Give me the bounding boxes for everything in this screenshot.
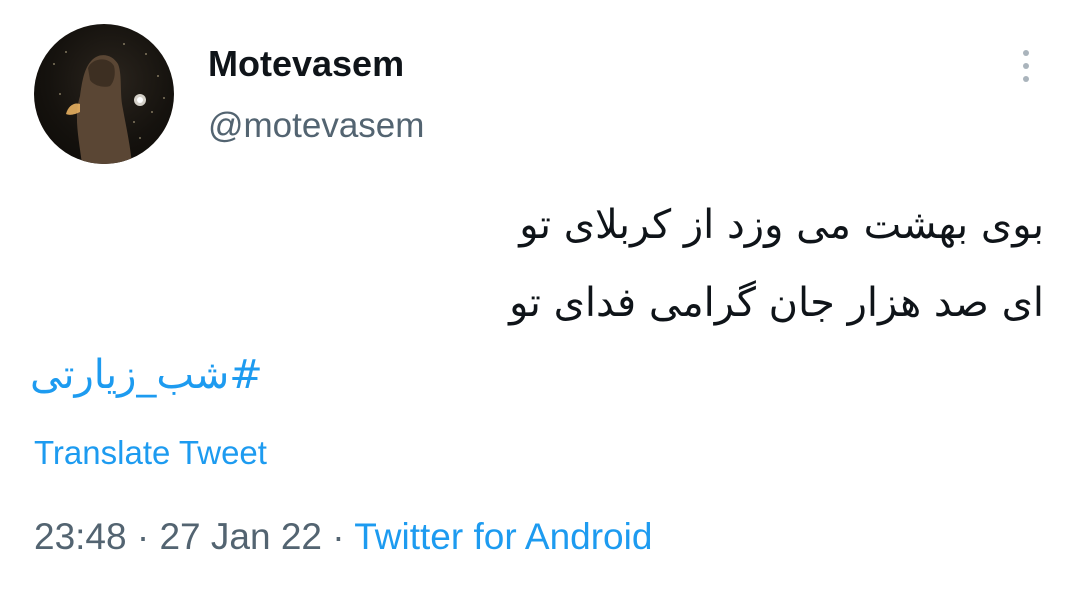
translate-tweet-link[interactable]: Translate Tweet xyxy=(34,430,267,476)
hashtag-link[interactable]: #شب_زیارتی xyxy=(30,340,263,410)
tweet-source-link[interactable]: Twitter for Android xyxy=(354,516,652,557)
tweet-date: 27 Jan 22 xyxy=(159,516,323,557)
tweet-line: بوی بهشت می وزد از کربلای تو xyxy=(519,202,1044,248)
more-options-button[interactable] xyxy=(1010,44,1042,88)
meta-separator: · xyxy=(332,516,345,557)
more-vertical-icon-dot xyxy=(1023,76,1029,82)
avatar-image xyxy=(53,43,165,164)
avatar[interactable] xyxy=(34,24,174,164)
user-handle[interactable]: @motevasem xyxy=(208,104,424,148)
meta-separator: · xyxy=(136,516,150,557)
tweet-metadata: 23:48 · 27 Jan 22 · Twitter for Android xyxy=(34,512,652,562)
display-name[interactable]: Motevasem xyxy=(208,42,404,86)
tweet-time: 23:48 xyxy=(34,516,127,557)
tweet-line: ای صد هزار جان گرامی فدای تو xyxy=(509,280,1044,326)
tweet-text: بوی بهشت می وزد از کربلای تو ای صد هزار … xyxy=(344,186,1044,342)
more-vertical-icon-dot xyxy=(1023,63,1029,69)
more-vertical-icon xyxy=(1023,50,1029,56)
